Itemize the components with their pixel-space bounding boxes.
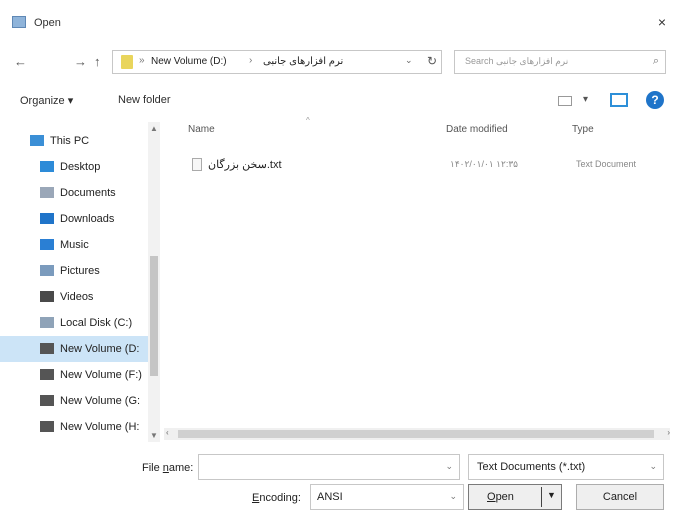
address-bar[interactable]: » New Volume (D:) › نرم افزارهای جانبی ⌄… (112, 50, 442, 74)
sidebar-item-label: Desktop (60, 161, 101, 173)
address-row: ← → ↑ » New Volume (D:) › نرم افزارهای ج… (0, 48, 674, 76)
sidebar-item-label: Downloads (60, 213, 115, 225)
view-dropdown-icon[interactable]: ▾ (583, 94, 588, 105)
sidebar-item-label: Pictures (60, 265, 100, 277)
sort-indicator-icon: ^ (306, 116, 310, 125)
sidebar-item-label: This PC (50, 135, 90, 147)
sidebar-item-label: Music (60, 239, 89, 251)
sidebar-item-label: Videos (60, 291, 94, 303)
file-type-dropdown-icon[interactable]: ⌄ (649, 461, 657, 472)
file-type-value: Text Documents (*.txt) (477, 461, 586, 473)
breadcrumb-separator[interactable]: › (249, 55, 252, 66)
nav-scrollbar[interactable]: ▲ ▼ (148, 122, 160, 442)
desktop-icon (40, 161, 54, 172)
text-file-icon (192, 158, 202, 171)
new-folder-button[interactable]: New folder (118, 94, 171, 106)
address-dropdown-icon[interactable]: ⌄ (405, 55, 413, 66)
pictures-icon (40, 265, 54, 276)
file-name-label: File name: (142, 462, 194, 474)
search-icon[interactable]: ⌕ (653, 55, 659, 68)
sidebar-item-label: New Volume (D: (60, 343, 140, 355)
encoding-value: ANSI (317, 491, 343, 503)
notepad-icon (12, 16, 26, 28)
file-name: سخن بزرگان.txt (208, 159, 282, 171)
sidebar-item[interactable]: New Volume (D: (0, 336, 148, 362)
search-placeholder: Search نرم افزارهای جانبی (465, 56, 569, 66)
sidebar-item-label: New Volume (G: (60, 395, 141, 407)
sidebar-item[interactable]: Videos (0, 284, 148, 310)
horizontal-scroll-thumb[interactable] (178, 430, 654, 438)
sidebar-item[interactable]: Downloads (0, 206, 148, 232)
folder-icon (121, 55, 133, 69)
sidebar-item[interactable]: New Volume (G: (0, 388, 148, 414)
sidebar-item-label: Local Disk (C:) (60, 317, 133, 329)
scroll-down-icon[interactable]: ▼ (150, 431, 158, 440)
search-input[interactable]: Search نرم افزارهای جانبی ⌕ (454, 50, 666, 74)
drive-icon (40, 343, 54, 354)
scroll-right-icon[interactable]: › (667, 428, 670, 437)
toolbar: Organize ▾ New folder ▾ ? (0, 88, 674, 114)
sidebar-item[interactable]: Local Disk (C:) (0, 310, 148, 336)
music-icon (40, 239, 54, 250)
encoding-dropdown-icon[interactable]: ⌄ (449, 491, 457, 502)
title-bar: Open × (0, 0, 674, 40)
documents-icon (40, 187, 54, 198)
sidebar-item[interactable]: Documents (0, 180, 148, 206)
videos-icon (40, 291, 54, 302)
window-title: Open (34, 17, 61, 29)
file-list: ^ Name Date modified Type سخن بزرگان.txt… (164, 116, 674, 426)
breadcrumb-drive[interactable]: New Volume (D:) (151, 56, 227, 67)
local-disk-icon (40, 317, 54, 328)
close-button[interactable]: × (658, 14, 666, 30)
file-row[interactable]: سخن بزرگان.txt ۱۴۰۲/۰۱/۰۱ ۱۲:۳۵ Text Doc… (172, 154, 664, 176)
preview-pane-icon[interactable] (610, 93, 628, 107)
horizontal-scrollbar[interactable]: ‹ › (164, 428, 670, 440)
refresh-icon[interactable]: ↻ (427, 54, 437, 68)
column-header-type[interactable]: Type (572, 124, 594, 135)
view-options-icon[interactable] (558, 96, 572, 106)
sidebar-item[interactable]: New Volume (F:) (0, 362, 148, 388)
open-button[interactable]: Open ▼ (468, 484, 562, 510)
drive-icon (40, 421, 54, 432)
drive-icon (40, 369, 54, 380)
forward-icon[interactable]: → (74, 54, 87, 69)
back-icon[interactable]: ← (14, 54, 27, 69)
drive-icon (40, 395, 54, 406)
cancel-label: Cancel (602, 491, 638, 503)
help-icon[interactable]: ? (646, 91, 664, 109)
split-divider (541, 487, 542, 507)
open-dropdown-icon[interactable]: ▼ (547, 490, 556, 500)
sidebar-item[interactable]: New Volume (H: (0, 414, 148, 440)
file-type-select[interactable]: Text Documents (*.txt) ⌄ (468, 454, 664, 480)
sidebar-item[interactable]: Pictures (0, 258, 148, 284)
sidebar-item-label: New Volume (F:) (60, 369, 142, 381)
pc-icon (30, 135, 44, 146)
sidebar-item-label: New Volume (H: (60, 421, 140, 433)
sidebar-item[interactable]: Music (0, 232, 148, 258)
open-label: Open (487, 491, 514, 503)
downloads-icon (40, 213, 54, 224)
file-name-dropdown-icon[interactable]: ⌄ (445, 461, 453, 472)
breadcrumb-folder[interactable]: نرم افزارهای جانبی (263, 56, 343, 67)
nav-scroll-thumb[interactable] (150, 256, 158, 376)
scroll-up-icon[interactable]: ▲ (150, 124, 158, 133)
file-date: ۱۴۰۲/۰۱/۰۱ ۱۲:۳۵ (450, 159, 519, 169)
column-header-date[interactable]: Date modified (446, 124, 508, 135)
encoding-select[interactable]: ANSI ⌄ (310, 484, 464, 510)
up-icon[interactable]: ↑ (94, 54, 101, 69)
sidebar-item-label: Documents (60, 187, 116, 199)
sidebar-item[interactable]: This PC (0, 128, 148, 154)
sidebar-item[interactable]: Desktop (0, 154, 148, 180)
navigation-pane: This PC Desktop Documents Downloads Music Pic… (0, 122, 148, 442)
cancel-button[interactable]: Cancel (576, 484, 664, 510)
scroll-left-icon[interactable]: ‹ (166, 428, 169, 437)
column-header-name[interactable]: Name (188, 124, 215, 135)
encoding-label: Encoding: (252, 492, 301, 504)
breadcrumb-overflow[interactable]: » (139, 55, 145, 66)
file-name-field[interactable]: ⌄ (198, 454, 460, 480)
file-type: Text Document (576, 159, 637, 169)
organize-button[interactable]: Organize ▾ (20, 94, 73, 107)
